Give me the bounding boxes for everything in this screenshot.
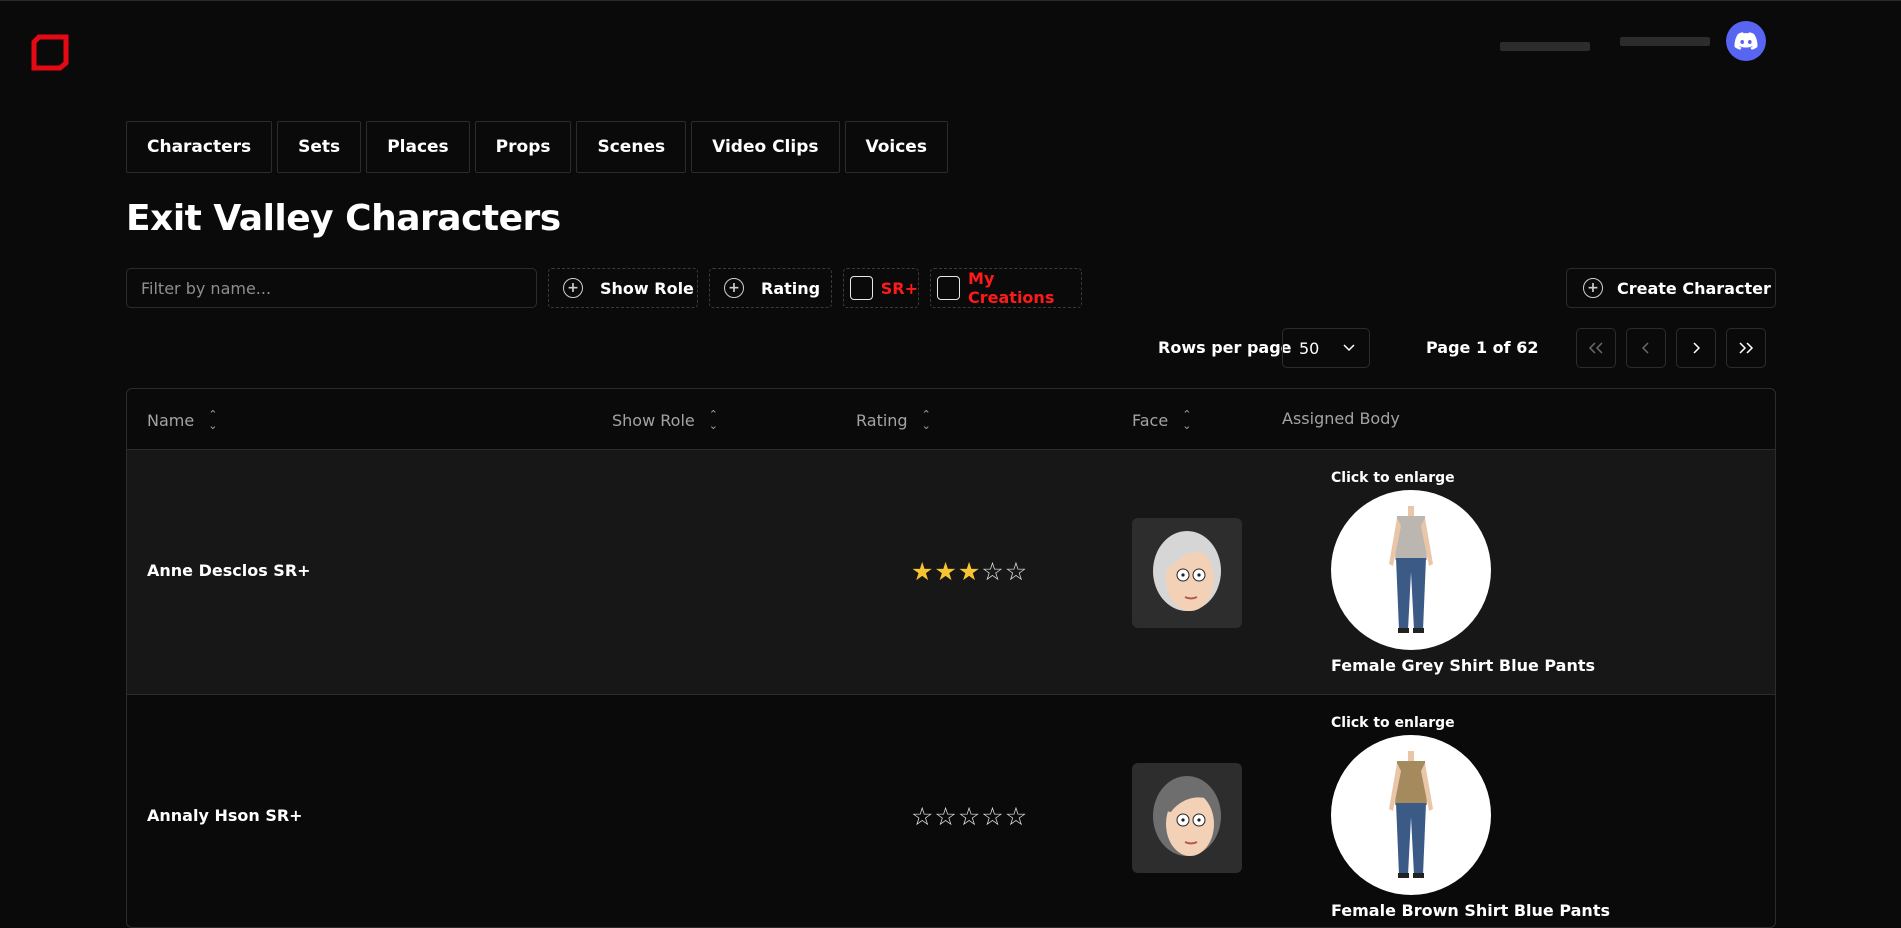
rows-per-page-select[interactable]: 50 — [1282, 328, 1370, 368]
show-role-filter-label: Show Role — [600, 278, 694, 298]
my-creations-checkbox[interactable] — [937, 276, 961, 300]
chevron-left-icon — [1642, 342, 1649, 354]
sr-plus-label: SR+ — [880, 278, 918, 298]
sort-icon: ⌃ ⌄ — [708, 408, 718, 432]
body-thumbnail[interactable] — [1331, 735, 1491, 895]
first-page-button[interactable] — [1576, 328, 1616, 368]
rating-filter-button[interactable]: + Rating — [709, 268, 832, 308]
tab-voices[interactable]: Voices — [844, 121, 948, 173]
body-thumbnail[interactable] — [1331, 490, 1491, 650]
column-header-assigned-body-label: Assigned Body — [1282, 409, 1400, 428]
chevron-right-icon — [1693, 342, 1700, 354]
column-header-rating-label: Rating — [856, 410, 908, 430]
tab-characters[interactable]: Characters — [126, 121, 273, 173]
column-header-face[interactable]: Face ⌃ ⌄ — [1132, 409, 1191, 431]
table-body: Anne Desclos SR+ ★ ★ ★ ☆ ☆ Click to enlarge Fem… — [127, 450, 1775, 927]
column-header-show-role-label: Show Role — [612, 410, 695, 430]
create-character-button[interactable]: + Create Character — [1566, 268, 1776, 308]
name-filter-input[interactable] — [126, 268, 537, 308]
plus-circle-icon: + — [563, 278, 583, 298]
user-status-blurred — [1620, 37, 1710, 46]
previous-page-button[interactable] — [1626, 328, 1666, 368]
my-creations-label: My Creations — [968, 269, 1055, 307]
column-header-rating[interactable]: Rating ⌃ ⌄ — [856, 409, 931, 431]
tab-props[interactable]: Props — [474, 121, 572, 173]
star-empty-icon[interactable]: ☆ — [1005, 559, 1027, 584]
sort-icon: ⌃ ⌄ — [921, 408, 931, 432]
table-header: Name ⌃ ⌄ Show Role ⌃ ⌄ Rating ⌃ ⌄ Face ⌃ ⌄ A… — [127, 389, 1775, 450]
star-empty-icon[interactable]: ☆ — [934, 804, 956, 829]
cartoon-face-icon — [1153, 776, 1221, 856]
star-filled-icon[interactable]: ★ — [934, 559, 956, 584]
table-row[interactable]: Anne Desclos SR+ ★ ★ ★ ☆ ☆ Click to enlarge Fem… — [127, 450, 1775, 695]
body-figure-icon — [1389, 751, 1433, 878]
assigned-body-name: Female Grey Shirt Blue Pants — [1331, 656, 1596, 675]
rating-filter-label: Rating — [761, 278, 821, 298]
rows-per-page-label: Rows per page — [1158, 338, 1292, 357]
plus-circle-icon: + — [724, 278, 744, 298]
sort-icon: ⌃ ⌄ — [1182, 408, 1192, 432]
click-to-enlarge-label: Click to enlarge — [1331, 470, 1455, 486]
plus-circle-icon: + — [1583, 278, 1603, 298]
sr-plus-checkbox[interactable] — [850, 276, 873, 300]
tab-video-clips[interactable]: Video Clips — [691, 121, 840, 173]
column-header-name-label: Name — [147, 410, 195, 430]
column-header-name[interactable]: Name ⌃ ⌄ — [147, 409, 217, 431]
next-page-button[interactable] — [1676, 328, 1716, 368]
star-empty-icon[interactable]: ☆ — [1005, 804, 1027, 829]
face-thumbnail[interactable] — [1132, 518, 1242, 628]
character-name[interactable]: Annaly Hson SR+ — [147, 806, 303, 825]
category-tabs: Characters Sets Places Props Scenes Vide… — [126, 121, 948, 173]
column-header-show-role[interactable]: Show Role ⌃ ⌄ — [612, 409, 718, 431]
star-rating[interactable]: ☆ ☆ ☆ ☆ ☆ — [911, 804, 1027, 829]
logo-icon[interactable] — [30, 33, 70, 71]
rows-per-page-value: 50 — [1299, 338, 1320, 358]
user-name-blurred — [1500, 42, 1590, 51]
face-thumbnail[interactable] — [1132, 763, 1242, 873]
tab-sets[interactable]: Sets — [277, 121, 362, 173]
star-empty-icon[interactable]: ☆ — [911, 804, 933, 829]
assigned-body-name: Female Brown Shirt Blue Pants — [1331, 901, 1610, 920]
chevron-down-icon — [1343, 344, 1355, 352]
sr-plus-toggle[interactable]: SR+ — [843, 268, 919, 308]
table-row[interactable]: Annaly Hson SR+ ☆ ☆ ☆ ☆ ☆ Click to enlarge Fema… — [127, 695, 1775, 927]
body-figure-icon — [1389, 506, 1433, 633]
star-rating[interactable]: ★ ★ ★ ☆ ☆ — [911, 559, 1027, 584]
page-title: Exit Valley Characters — [126, 198, 561, 239]
my-creations-toggle[interactable]: My Creations — [930, 268, 1082, 308]
tab-scenes[interactable]: Scenes — [576, 121, 687, 173]
column-header-assigned-body: Assigned Body — [1282, 409, 1400, 428]
characters-table: Name ⌃ ⌄ Show Role ⌃ ⌄ Rating ⌃ ⌄ Face ⌃ ⌄ A… — [126, 388, 1776, 928]
star-empty-icon[interactable]: ☆ — [958, 804, 980, 829]
top-bar — [0, 0, 1901, 90]
star-filled-icon[interactable]: ★ — [958, 559, 980, 584]
sort-icon: ⌃ ⌄ — [208, 408, 218, 432]
click-to-enlarge-label: Click to enlarge — [1331, 715, 1455, 731]
create-character-label: Create Character — [1617, 278, 1771, 298]
last-page-button[interactable] — [1726, 328, 1766, 368]
tab-places[interactable]: Places — [366, 121, 470, 173]
star-empty-icon[interactable]: ☆ — [981, 804, 1003, 829]
cartoon-face-icon — [1153, 531, 1221, 611]
discord-icon[interactable] — [1726, 21, 1766, 61]
show-role-filter-button[interactable]: + Show Role — [548, 268, 698, 308]
page-info: Page 1 of 62 — [1426, 338, 1539, 357]
star-empty-icon[interactable]: ☆ — [981, 559, 1003, 584]
chevrons-right-icon — [1739, 342, 1754, 354]
chevrons-left-icon — [1588, 342, 1603, 354]
star-filled-icon[interactable]: ★ — [911, 559, 933, 584]
column-header-face-label: Face — [1132, 410, 1169, 430]
character-name[interactable]: Anne Desclos SR+ — [147, 561, 311, 580]
